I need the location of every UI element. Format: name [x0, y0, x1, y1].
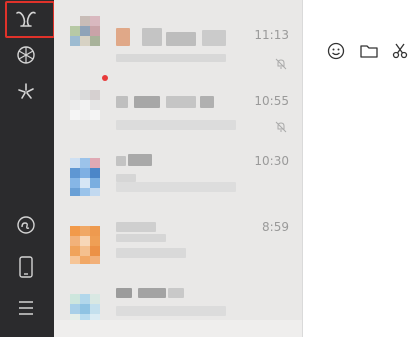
list-item[interactable]: 10:55: [54, 72, 302, 142]
avatar: [70, 8, 108, 56]
timestamp: 10:55: [254, 94, 289, 108]
folder-icon[interactable]: [358, 40, 380, 62]
left-sidebar: [0, 0, 55, 337]
channels-icon[interactable]: [9, 74, 43, 108]
mini-programs-icon[interactable]: [9, 208, 43, 242]
mute-icon: [275, 118, 287, 133]
avatar: [70, 80, 108, 128]
emoji-icon[interactable]: [325, 40, 347, 62]
moments-icon[interactable]: [9, 38, 43, 72]
avatar: [70, 216, 108, 264]
timestamp: 11:13: [254, 28, 289, 42]
list-item[interactable]: 8:59: [54, 208, 302, 278]
menu-icon[interactable]: [9, 291, 43, 325]
list-item[interactable]: 10:30: [54, 140, 302, 210]
timestamp: 8:59: [262, 220, 289, 234]
list-item[interactable]: 11:13: [54, 0, 302, 70]
avatar: [70, 148, 108, 196]
unread-badge: [102, 75, 108, 81]
conversation-list: 11:13 10:55 10:30 8:59: [54, 0, 303, 337]
list-bottom-shade: [54, 320, 302, 337]
timestamp: 10:30: [254, 154, 289, 168]
scissors-icon[interactable]: [389, 40, 410, 62]
chat-pane: [303, 0, 410, 337]
chats-icon[interactable]: [9, 3, 43, 37]
phone-icon[interactable]: [9, 250, 43, 284]
mute-icon: [275, 55, 287, 70]
